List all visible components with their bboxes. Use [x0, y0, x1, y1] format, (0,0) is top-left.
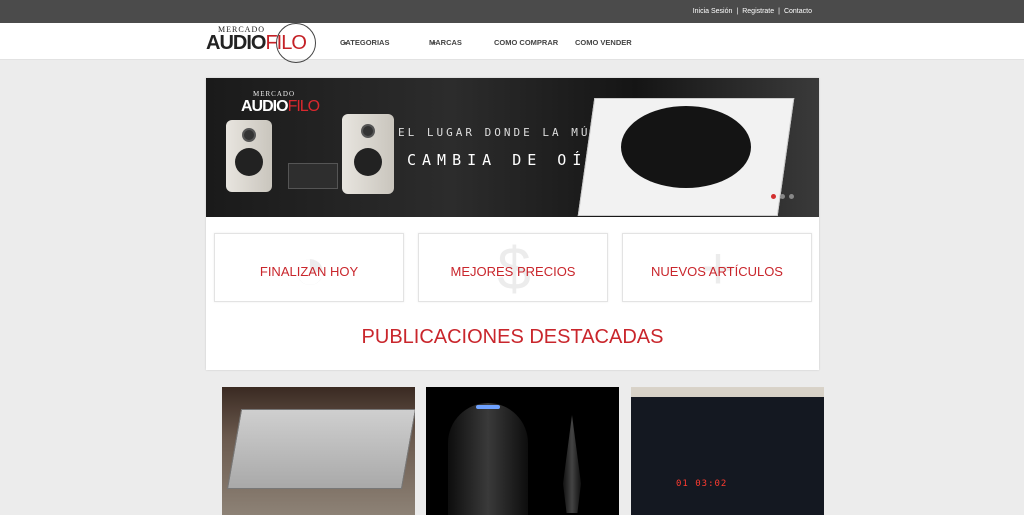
nav-item-como-comprar[interactable]: COMO COMPRAR: [494, 38, 558, 47]
top-links: Inicia Sesión | Registrate | Contacto: [693, 8, 812, 15]
product-card-speaker[interactable]: [426, 387, 619, 515]
main-card: MERCADO AUDIOFILO EL LUGAR DONDE LA MÚSI…: [206, 78, 819, 370]
featured-heading: PUBLICACIONES DESTACADAS: [361, 326, 664, 348]
woofer: [354, 148, 382, 176]
woofer: [235, 148, 263, 176]
amplifier-image: [288, 163, 338, 189]
separator: |: [778, 8, 780, 15]
tweeter: [361, 124, 375, 138]
nav-item-label: MARCAS: [429, 38, 462, 47]
carousel-dots: [771, 194, 794, 199]
nav-item-marcas[interactable]: MARCAS: [429, 38, 462, 47]
product-image: [226, 409, 415, 489]
product-card-amplifier[interactable]: [222, 387, 415, 515]
nav-item-como-vender[interactable]: COMO VENDER: [575, 38, 632, 47]
tile-finalizan-hoy[interactable]: ◔ FINALIZAN HOY: [214, 233, 404, 302]
carousel-dot[interactable]: [789, 194, 794, 199]
contact-link[interactable]: Contacto: [784, 8, 812, 15]
product-display-readout: 01 03:02: [676, 479, 728, 489]
banner-logo-small: MERCADO: [253, 90, 296, 98]
product-image: [631, 397, 824, 515]
banner-logo-filo: FILO: [287, 98, 321, 115]
main-nav: MERCADO AUDIOFILO CATEGORIAS MARCAS COMO…: [0, 23, 1024, 63]
site-logo[interactable]: MERCADO AUDIOFILO: [200, 23, 320, 67]
carousel-dot[interactable]: [771, 194, 776, 199]
nav-item-categorias[interactable]: CATEGORIAS: [340, 38, 389, 47]
product-image: [448, 403, 528, 515]
hero-banner[interactable]: MERCADO AUDIOFILO EL LUGAR DONDE LA MÚSI…: [206, 78, 819, 217]
tweeter: [242, 128, 256, 142]
register-link[interactable]: Registrate: [742, 8, 774, 15]
nav-item-label: CATEGORIAS: [340, 38, 390, 47]
carousel-dot[interactable]: [780, 194, 785, 199]
separator: |: [736, 8, 739, 15]
turntable-platter: [621, 106, 751, 188]
speaker-image: [342, 114, 394, 194]
product-card-receiver[interactable]: 01 03:02: [631, 387, 824, 515]
tile-label: FINALIZAN HOY: [259, 264, 359, 279]
logo-ring-icon: [276, 23, 316, 63]
banner-logo-audio: AUDIO: [241, 98, 289, 115]
tile-label: MEJORES PRECIOS: [450, 264, 576, 279]
tile-label: NUEVOS ARTÍCULOS: [651, 264, 783, 279]
logo-audio: AUDIO: [206, 32, 266, 54]
product-image: [563, 415, 581, 513]
tile-mejores-precios[interactable]: $ MEJORES PRECIOS: [418, 233, 608, 302]
login-link[interactable]: Inicia Sesión: [693, 8, 733, 15]
banner-logo: AUDIOFILO: [241, 98, 321, 116]
top-utility-bar: Inicia Sesión | Registrate | Contacto: [0, 0, 1024, 23]
speaker-image: [226, 120, 272, 192]
tile-nuevos-articulos[interactable]: + NUEVOS ARTÍCULOS: [622, 233, 812, 302]
led-light: [476, 405, 500, 409]
